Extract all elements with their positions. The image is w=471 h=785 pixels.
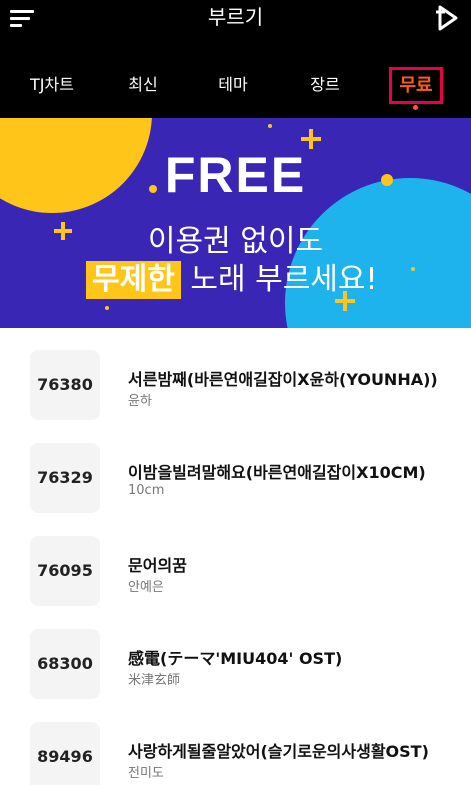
page-title: 부르기 [207,5,264,29]
song-title: 사랑하게될줄알았어(슬기로운의사생활OST) [128,742,429,761]
tab-latest[interactable]: 최신 [120,72,166,98]
song-title: 문어의꿈 [128,556,187,575]
song-number-box: 76095 [30,536,100,606]
song-number-box: 89496 [30,722,100,785]
song-row[interactable]: 68300 感電(テーマ'MIU404' OST) 米津玄師 [0,607,471,699]
song-row[interactable]: 76095 문어의꿈 안예은 [0,514,471,606]
song-number: 68300 [37,654,93,673]
song-title: 서른밤째(바른연애길잡이X윤하(YOUNHA)) [128,370,438,389]
song-number-box: 68300 [30,629,100,699]
free-promo-banner[interactable]: FREE 이용권 없이도 무제한 노래 부르세요! [0,118,471,328]
song-title: 感電(テーマ'MIU404' OST) [128,649,343,668]
tj-media-play-icon[interactable] [433,4,461,32]
category-tab-bar: TJ차트 최신 테마 장르 무료 [0,62,471,118]
song-row[interactable]: 76329 이밤을빌려말해요(바른연애길잡이X10CM) 10cm [0,421,471,513]
banner-tagline: 무제한 노래 부르세요! [86,254,378,299]
tab-genre[interactable]: 장르 [302,72,348,98]
top-app-bar: 부르기 [0,0,471,62]
song-list: 76380 서른밤째(바른연애길잡이X윤하(YOUNHA)) 윤하 76329 … [0,328,471,785]
song-row[interactable]: 76380 서른밤째(바른연애길잡이X윤하(YOUNHA)) 윤하 [0,328,471,420]
song-number: 76329 [37,468,93,487]
tab-free[interactable]: 무료 [392,70,440,101]
song-row[interactable]: 89496 사랑하게될줄알았어(슬기로운의사생활OST) 전미도 [0,700,471,785]
active-tab-indicator-dot [413,105,418,110]
song-number: 89496 [37,747,93,766]
tab-theme[interactable]: 테마 [210,72,256,98]
banner-tagline-rest: 노래 부르세요! [190,262,378,297]
banner-headline: FREE [164,147,307,203]
song-number-box: 76380 [30,350,100,420]
song-artist: 전미도 [128,766,164,781]
song-number: 76095 [37,561,93,580]
song-artist: 米津玄師 [128,673,181,688]
song-title: 이밤을빌려말해요(바른연애길잡이X10CM) [128,463,426,482]
song-number: 76380 [37,375,93,394]
song-artist: 10cm [128,483,165,498]
song-artist: 안예은 [128,580,164,595]
song-artist: 윤하 [128,394,152,409]
banner-highlight: 무제한 [86,261,181,299]
song-number-box: 76329 [30,443,100,513]
tab-tj-chart[interactable]: TJ차트 [22,72,82,98]
